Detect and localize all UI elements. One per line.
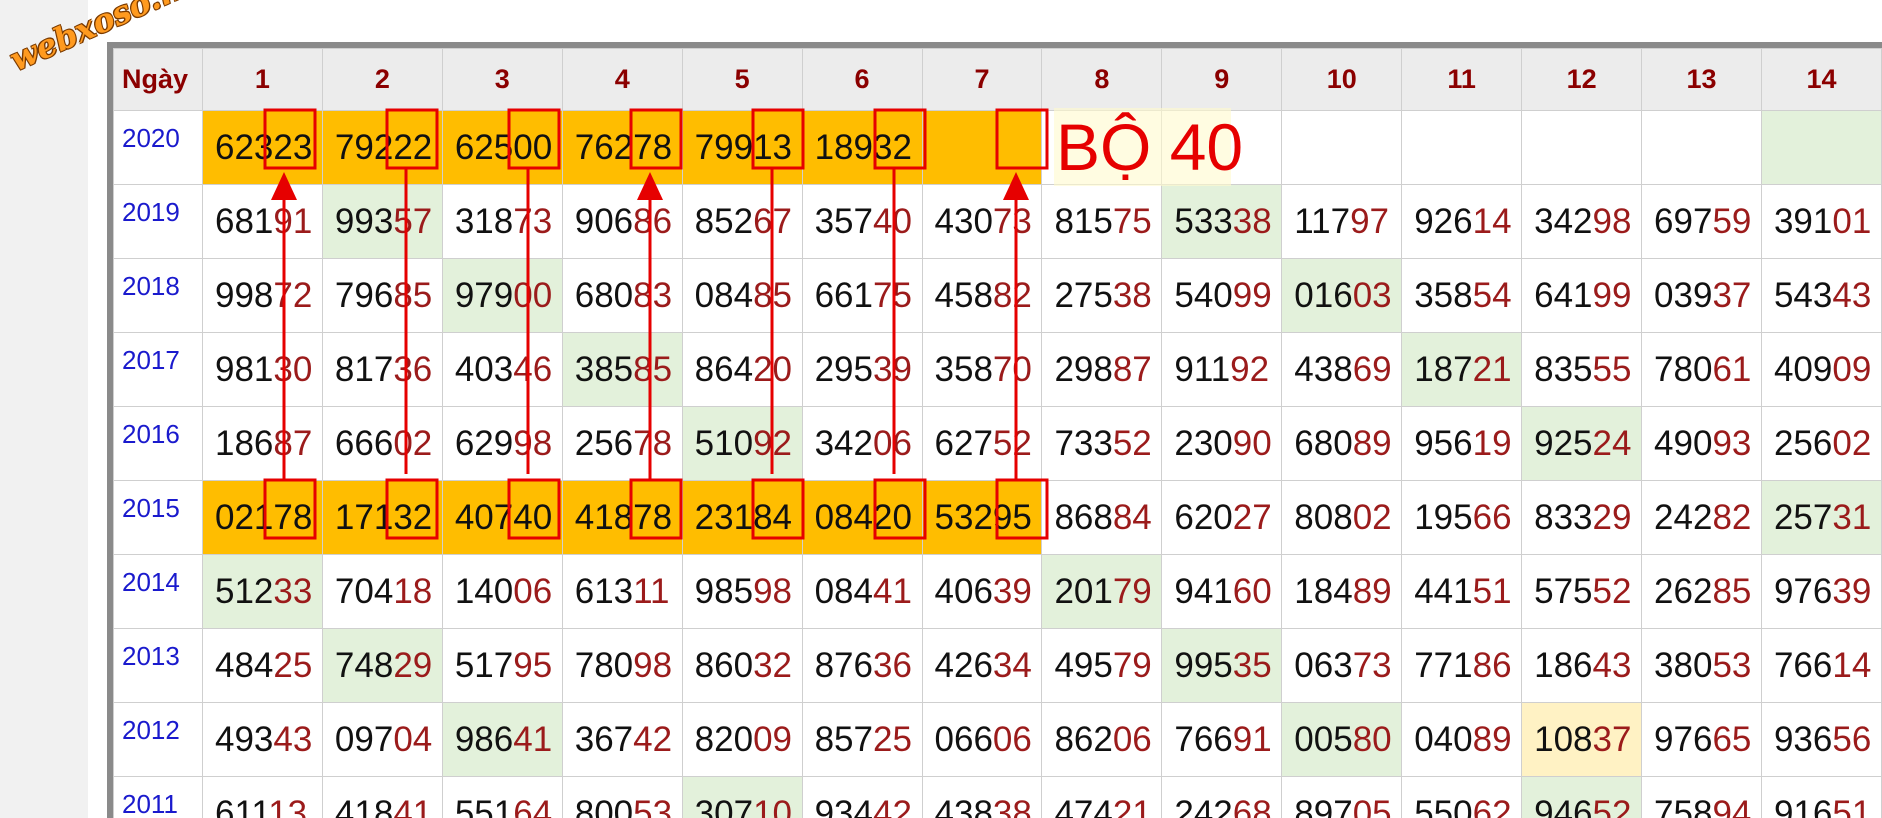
highlight-box-bottom — [751, 478, 805, 540]
arrow-head — [1003, 172, 1029, 200]
highlight-box-top — [385, 108, 439, 170]
arrow-head — [637, 172, 663, 200]
annotation-overlay — [263, 108, 1049, 540]
highlight-box-bottom — [263, 478, 317, 540]
highlight-box-bottom — [629, 478, 683, 540]
highlight-box-bottom — [995, 478, 1049, 540]
highlight-box-top — [507, 108, 561, 170]
highlight-box-top — [995, 108, 1049, 170]
highlight-box-bottom — [507, 478, 561, 540]
highlight-box-bottom — [385, 478, 439, 540]
highlight-box-top — [629, 108, 683, 170]
highlight-box-bottom — [873, 478, 927, 540]
arrow-head — [271, 172, 297, 200]
highlight-box-top — [263, 108, 317, 170]
highlight-box-top — [873, 108, 927, 170]
highlight-box-top — [751, 108, 805, 170]
